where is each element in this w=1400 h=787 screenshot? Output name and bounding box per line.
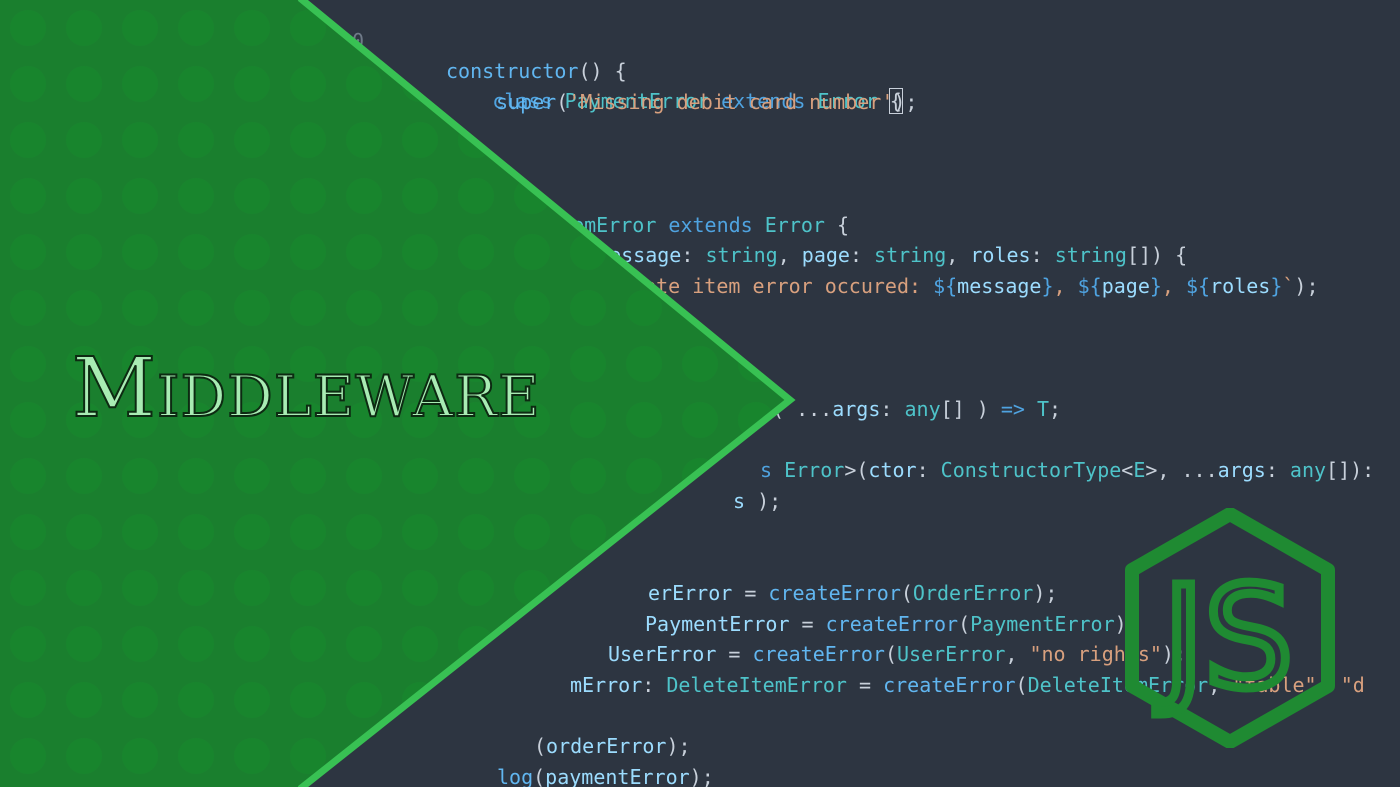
code-text: ItemError extends Error { <box>548 213 850 237</box>
code-text: } <box>446 120 459 144</box>
code-text: super('Missing debit card number'); <box>496 90 918 114</box>
code-text: PaymentError = createError(PaymentError)… <box>645 612 1139 636</box>
code-text: log(paymentError); <box>497 765 714 787</box>
code-text: (orderError); <box>534 734 691 758</box>
code-line: elete item error occured: ${message}, ${… <box>0 241 1319 298</box>
code-line: PaymentError = createError(PaymentError)… <box>0 579 1139 636</box>
code-line: (message: string, page: string, roles: s… <box>0 210 1187 267</box>
code-line: super('Missing debit card number'); <box>0 57 917 114</box>
code-text: UserError = createError(UserError, "no r… <box>608 642 1187 666</box>
code-line: constructor() { <box>0 26 627 83</box>
code-line: mError: DeleteItemError = createError(De… <box>0 640 1365 697</box>
code-text: erError = createError(OrderError); <box>648 581 1058 605</box>
logo-text: JS <box>1155 557 1293 720</box>
code-line: s ); <box>0 456 781 513</box>
code-line: ItemError extends Error { <box>0 180 849 237</box>
page-title: Middleware <box>71 341 541 436</box>
code-line: log(paymentError); <box>0 732 714 787</box>
nodejs-logo-icon: JS <box>1125 508 1335 748</box>
thumbnail: 10 class PaymentError extends Error { co… <box>0 0 1400 787</box>
code-text: elete item error occured: ${message}, ${… <box>620 274 1319 298</box>
line-number: 10 <box>340 29 365 53</box>
code-line: UserError = createError(UserError, "no r… <box>0 609 1186 666</box>
code-line: erError = createError(OrderError); <box>0 548 1057 605</box>
code-line: s Error>(ctor: ConstructorType<E>, ...ar… <box>0 425 1374 482</box>
code-text: s Error>(ctor: ConstructorType<E>, ...ar… <box>760 458 1375 482</box>
code-text: constructor() { <box>446 59 627 83</box>
code-line: .log(userError); <box>0 762 72 787</box>
code-line: } <box>0 87 458 144</box>
code-text: s ); <box>733 489 782 513</box>
code-text: (message: string, page: string, roles: s… <box>585 243 1188 267</box>
code-line: (orderError); <box>0 701 691 758</box>
code-line: 10 class PaymentError extends Error { <box>0 0 903 114</box>
code-text: ( ...args: any[] ) => T; <box>772 397 1062 421</box>
code-line: ( ...args: any[] ) => T; <box>0 364 1061 421</box>
